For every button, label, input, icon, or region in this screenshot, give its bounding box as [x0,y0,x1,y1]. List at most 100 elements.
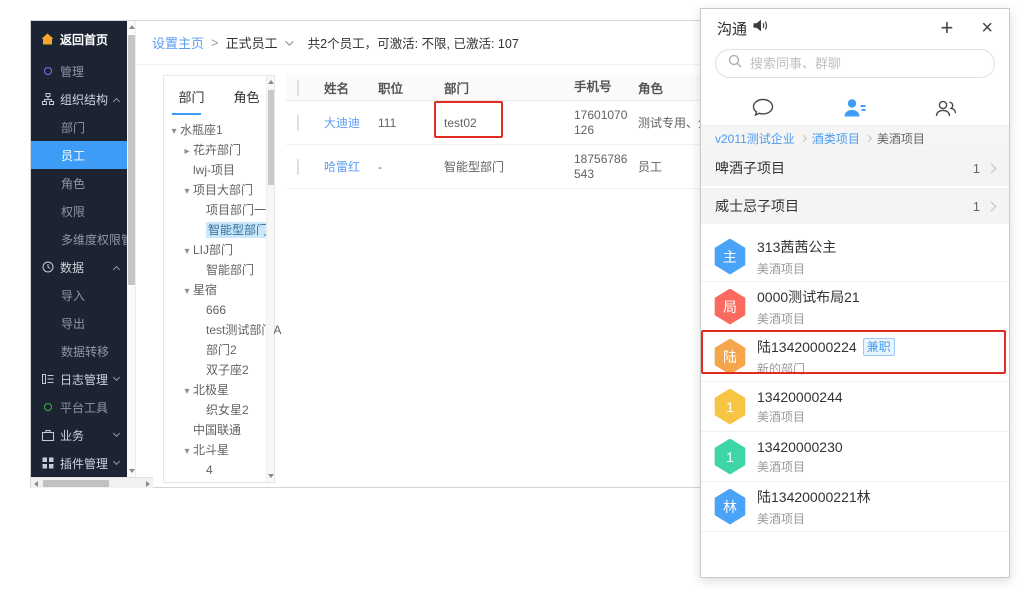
employee-name-link[interactable]: 大迪迪 [324,116,360,130]
tree-node-label[interactable]: 水瓶座1 [180,123,223,137]
scroll-up-arrow[interactable] [129,25,135,29]
sidebar-item-permission[interactable]: 权限 [31,197,127,225]
sidebar-item-manage[interactable]: 管理 [31,57,127,85]
contact-list-item-highlighted[interactable]: 陆 陆13420000224 兼职 新的部门 [701,332,1009,382]
sidebar-item-log-management[interactable]: 日志管理 [31,365,127,393]
sidebar-item-import[interactable]: 导入 [31,281,127,309]
close-icon[interactable]: × [981,18,993,38]
sidebar-item-business[interactable]: 业务 [31,421,127,449]
scroll-left-arrow[interactable] [34,481,38,487]
tree-node[interactable]: ▸花卉部门 [164,140,274,160]
tree-node-label[interactable]: 中国联通 [193,423,241,437]
caret-icon[interactable]: ▾ [181,242,193,262]
tree-node[interactable]: ▾项目大部门 [164,180,274,200]
caret-icon[interactable]: ▾ [181,182,193,202]
tree-node[interactable]: 中国联通 [164,420,274,440]
scroll-down-arrow[interactable] [268,474,274,478]
tab-department[interactable]: 部门 [164,76,219,116]
search-bar[interactable] [715,49,995,78]
sidebar-item-export[interactable]: 导出 [31,309,127,337]
breadcrumb-home-link[interactable]: 设置主页 [152,33,204,52]
sidebar-horizontal-scrollbar[interactable] [31,477,153,488]
tree-node-label[interactable]: 北斗星 [193,443,229,457]
sidebar-item-platform-tools[interactable]: 平台工具 [31,393,127,421]
tree-node[interactable]: ▾LIJ部门 [164,240,274,260]
tree-node[interactable]: 双子座2 [164,360,274,380]
tree-node-label[interactable]: 星宿 [193,283,217,297]
subproject-row-whisky[interactable]: 威士忌子项目 1 [701,188,1009,224]
chevron-down-icon[interactable] [285,37,293,45]
search-input[interactable] [750,56,982,71]
add-icon[interactable]: + [940,17,953,39]
breadcrumb-current[interactable]: 正式员工 [226,33,278,52]
tree-node[interactable]: 666 [164,300,274,320]
row-checkbox[interactable] [297,159,299,175]
tree-node-selected[interactable]: 智能型部门 [164,220,274,240]
tree-node[interactable]: lwj-项目 [164,160,274,180]
sidebar-item-back-home[interactable]: 返回首页 [31,21,127,57]
contact-list-item[interactable]: 局 0000测试布局21 美酒项目 [701,282,1009,332]
tree-node[interactable]: test测试部门A [164,320,274,340]
tree-node-label[interactable]: 双子座2 [206,363,249,377]
contact-list-item[interactable]: 1 13420000244 美酒项目 [701,382,1009,432]
tree-node-label[interactable]: 666 [206,303,226,317]
caret-icon[interactable]: ▾ [181,282,193,302]
tree-node[interactable]: 部门2 [164,340,274,360]
scroll-down-arrow[interactable] [129,469,135,473]
caret-icon[interactable]: ▾ [181,442,193,462]
sidebar-item-org-structure[interactable]: 组织结构 [31,85,127,113]
tree-node-label[interactable]: 4 [206,463,213,477]
subproject-row-beer[interactable]: 啤酒子项目 1 [701,150,1009,186]
sidebar-item-role[interactable]: 角色 [31,169,127,197]
tree-node[interactable]: 智能部门 [164,260,274,280]
tree-node-label[interactable]: lwj-项目 [193,163,235,177]
tree-node-label[interactable]: 织女星2 [206,403,249,417]
tree-node[interactable]: ▾北极星 [164,380,274,400]
column-header-department: 部门 [444,78,574,97]
select-all-checkbox[interactable] [297,80,299,96]
scroll-up-arrow[interactable] [268,80,274,84]
contact-list-item[interactable]: 林 陆13420000221林 美酒项目 [701,482,1009,532]
tab-contacts-icon-active[interactable] [842,97,866,119]
sidebar-item-data[interactable]: 数据 [31,253,127,281]
tree-node-label[interactable]: 智能型部门 [206,222,270,238]
tree-node[interactable]: ▾星宿 [164,280,274,300]
tab-chats-icon[interactable] [751,97,775,119]
table-row[interactable]: 哈雷红 - 智能型部门 18756786543 员工 [286,145,708,189]
sidebar-item-data-transfer[interactable]: 数据转移 [31,337,127,365]
contact-list-item[interactable]: 主 313茜茜公主 美酒项目 [701,232,1009,282]
table-row[interactable]: 大迪迪 111 test02 17601070126 测试专用、企业管 [286,101,708,145]
caret-icon[interactable]: ▾ [181,382,193,402]
breadcrumb-enterprise-link[interactable]: v2011测试企业 [715,130,795,147]
tree-scrollbar[interactable] [266,76,274,482]
tree-node-label[interactable]: 智能部门 [206,263,254,277]
sidebar-item-multidim-permission[interactable]: 多维度权限管理 [31,225,127,253]
employee-name-link[interactable]: 哈雷红 [324,160,360,174]
scrollbar-thumb[interactable] [128,35,135,285]
sidebar-item-department[interactable]: 部门 [31,113,127,141]
sidebar-item-employee[interactable]: 员工 [31,141,127,169]
caret-icon[interactable]: ▸ [181,142,193,162]
tree-node-label[interactable]: 部门2 [206,343,237,357]
tree-node-label[interactable]: 项目部门一 [206,203,266,217]
sidebar-vertical-scrollbar[interactable] [127,21,136,477]
breadcrumb-project-link[interactable]: 酒类项目 [812,130,860,147]
tree-node[interactable]: 项目部门一 [164,200,274,220]
tab-groups-icon[interactable] [933,97,959,119]
scrollbar-thumb[interactable] [43,480,109,487]
tree-node-label[interactable]: 北极星 [193,383,229,397]
tree-node[interactable]: 4 [164,460,274,480]
contact-list-item[interactable]: 1 13420000230 美酒项目 [701,432,1009,482]
scrollbar-thumb[interactable] [268,90,274,185]
scroll-right-arrow[interactable] [146,481,150,487]
speaker-icon[interactable] [753,19,768,37]
tree-node[interactable]: ▾北斗星 [164,440,274,460]
tree-node[interactable]: ▾水瓶座1 [164,120,274,140]
sidebar-item-plugin-management[interactable]: 插件管理 [31,449,127,477]
tree-node-label[interactable]: 项目大部门 [193,183,253,197]
row-checkbox[interactable] [297,115,299,131]
tree-node[interactable]: 织女星2 [164,400,274,420]
tree-node-label[interactable]: LIJ部门 [193,243,233,257]
caret-icon[interactable]: ▾ [168,122,180,142]
tree-node-label[interactable]: 花卉部门 [193,143,241,157]
